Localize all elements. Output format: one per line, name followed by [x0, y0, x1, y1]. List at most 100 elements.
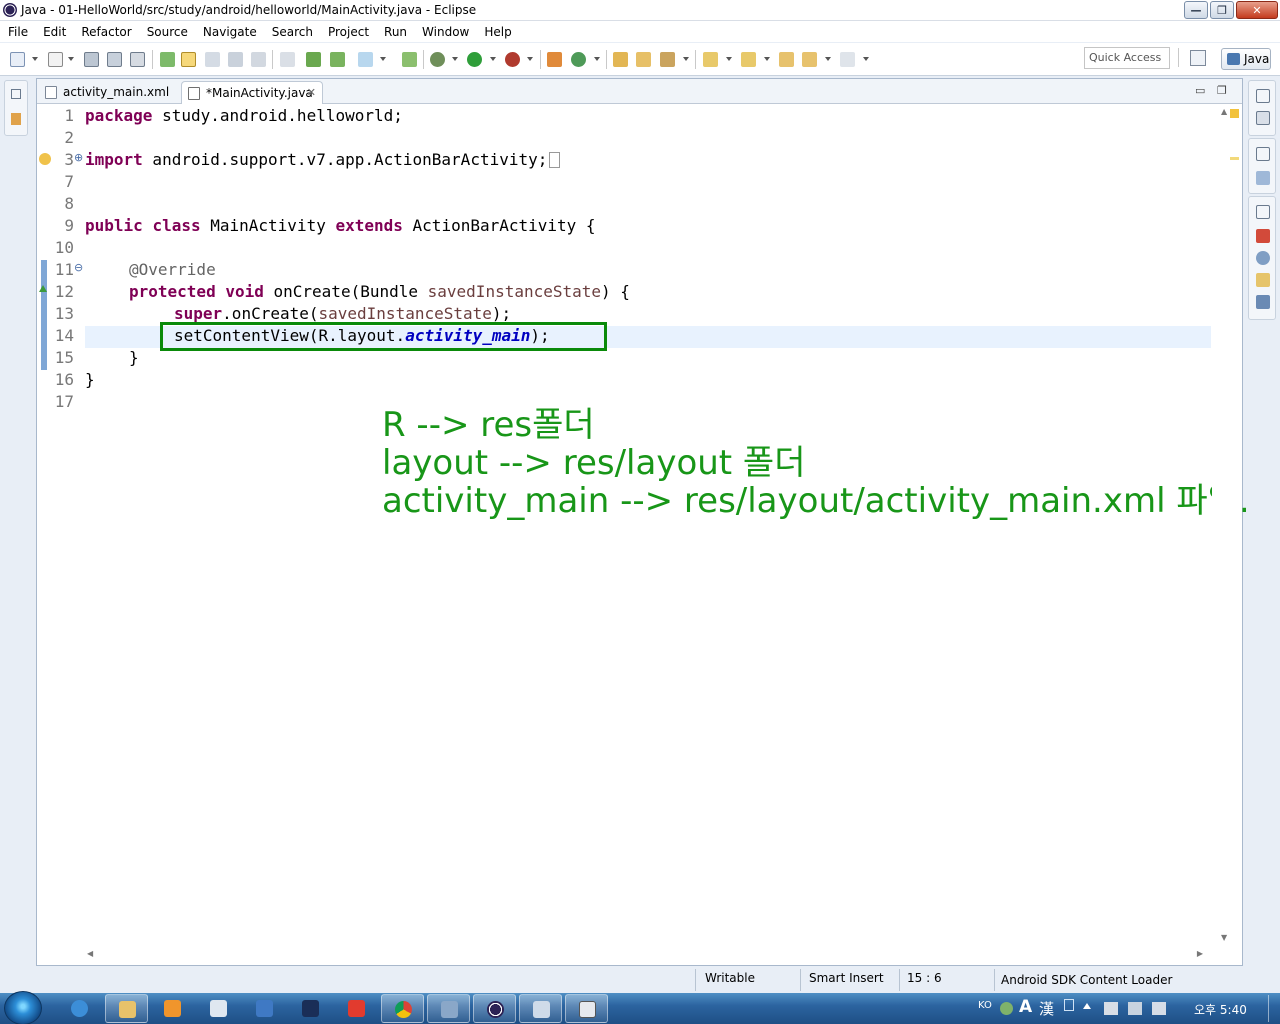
java-perspective-button[interactable]: Java [1221, 48, 1271, 70]
menu-file[interactable]: File [0, 25, 35, 39]
taskbar-chrome[interactable] [381, 994, 424, 1023]
external-tools-icon[interactable] [505, 52, 520, 67]
maximize-editor-icon[interactable]: ❐ [1217, 84, 1227, 97]
back-icon[interactable] [802, 52, 817, 67]
task-list-icon[interactable] [1256, 111, 1270, 125]
maximize-button[interactable]: ❐ [1210, 1, 1234, 19]
skip-breakpoints-icon[interactable] [280, 52, 295, 67]
back-dropdown-icon[interactable] [825, 57, 831, 61]
menu-search[interactable]: Search [264, 25, 320, 39]
ime-language-indicator[interactable]: KO [978, 1000, 992, 1024]
menu-help[interactable]: Help [476, 25, 518, 39]
horizontal-scrollbar[interactable]: ◀ ▶ [85, 947, 1211, 964]
open-type-icon[interactable] [613, 52, 628, 67]
tab-activity-main-xml[interactable]: activity_main.xml [39, 81, 179, 104]
taskbar-ie[interactable] [58, 994, 101, 1023]
save-icon[interactable] [84, 52, 99, 67]
close-tab-icon[interactable]: ✕ [307, 86, 316, 99]
external-tools-dropdown-icon[interactable] [527, 57, 533, 61]
forward-dropdown-icon[interactable] [863, 57, 869, 61]
ime-options-icon[interactable] [1064, 999, 1074, 1011]
menu-project[interactable]: Project [320, 25, 376, 39]
taskbar-eclipse[interactable] [473, 994, 516, 1023]
show-desktop-button[interactable] [1268, 995, 1278, 1022]
restore-view-icon[interactable] [1256, 147, 1270, 161]
show-whitespace-icon[interactable] [228, 52, 243, 67]
previous-annotation-icon[interactable] [741, 52, 756, 67]
new-type-icon[interactable] [48, 52, 63, 67]
scroll-up-icon[interactable]: ▲ [1221, 107, 1227, 116]
taskbar-document[interactable] [519, 994, 562, 1023]
new-type-dropdown-icon[interactable] [68, 57, 74, 61]
outline-icon[interactable] [1256, 171, 1270, 185]
debug-dropdown-icon[interactable] [452, 57, 458, 61]
last-edit-icon[interactable] [779, 52, 794, 67]
tab-mainactivity-java[interactable]: *MainActivity.java ✕ [181, 81, 323, 104]
new-class-icon[interactable] [571, 52, 586, 67]
android-sdk-icon[interactable] [306, 52, 321, 67]
warning-overview-icon[interactable] [1230, 109, 1239, 118]
folded-block-marker[interactable] [549, 152, 561, 168]
block-select-icon[interactable] [205, 52, 220, 67]
restore-view-icon[interactable] [1256, 205, 1270, 219]
restore-view-icon[interactable] [1256, 89, 1270, 103]
new-java-project-icon[interactable] [547, 52, 562, 67]
debug-icon[interactable] [430, 52, 445, 67]
menu-window[interactable]: Window [414, 25, 476, 39]
network-icon[interactable] [1128, 1002, 1142, 1015]
quick-access-input[interactable]: Quick Access [1084, 47, 1170, 69]
ime-hanja-toggle[interactable]: 漢 [1039, 998, 1054, 1024]
next-annotation-dropdown-icon[interactable] [726, 57, 732, 61]
taskbar-photoshop[interactable] [289, 994, 332, 1023]
task-icon[interactable] [358, 52, 373, 67]
menu-edit[interactable]: Edit [35, 25, 73, 39]
code-text-area[interactable]: package study.android.helloworld; import… [85, 105, 1250, 925]
android-avd-icon[interactable] [330, 52, 345, 67]
collapse-fold-icon[interactable]: ⊖ [74, 261, 83, 274]
new-icon[interactable] [10, 52, 25, 67]
problems-icon[interactable] [1256, 229, 1270, 243]
start-button[interactable] [4, 991, 42, 1024]
taskbar-calculator[interactable] [565, 994, 608, 1023]
menu-navigate[interactable]: Navigate [195, 25, 264, 39]
save-all-icon[interactable] [107, 52, 122, 67]
console-icon[interactable] [1256, 295, 1270, 309]
minimize-editor-icon[interactable]: ▭ [1195, 84, 1205, 97]
taskbar-media-player[interactable] [151, 994, 194, 1023]
run-icon[interactable] [467, 52, 482, 67]
ime-mode-icon[interactable] [1000, 1002, 1013, 1015]
new-dropdown-icon[interactable] [32, 57, 38, 61]
menu-refactor[interactable]: Refactor [73, 25, 138, 39]
next-annotation-icon[interactable] [703, 52, 718, 67]
close-button[interactable]: ✕ [1236, 1, 1278, 19]
open-task-icon[interactable] [636, 52, 651, 67]
search-dropdown-icon[interactable] [683, 57, 689, 61]
print-icon[interactable] [130, 52, 145, 67]
package-explorer-icon[interactable] [11, 113, 21, 125]
javadoc-icon[interactable] [1256, 251, 1270, 265]
taskbar-capture-tool[interactable] [335, 994, 378, 1023]
highlight-icon[interactable] [181, 52, 196, 67]
expand-fold-icon[interactable]: ⊕ [74, 151, 83, 164]
previous-annotation-dropdown-icon[interactable] [764, 57, 770, 61]
search-icon[interactable] [660, 52, 675, 67]
run-dropdown-icon[interactable] [490, 57, 496, 61]
action-center-icon[interactable] [1104, 1002, 1118, 1015]
taskbar-explorer[interactable] [105, 994, 148, 1023]
system-clock[interactable]: 오후 5:40 [1194, 1001, 1247, 1024]
taskbar-app[interactable] [243, 994, 286, 1023]
warning-marker[interactable] [1230, 157, 1239, 160]
task-dropdown-icon[interactable] [380, 57, 386, 61]
menu-run[interactable]: Run [376, 25, 414, 39]
scroll-down-icon[interactable]: ▼ [1221, 933, 1227, 942]
volume-icon[interactable] [1152, 1002, 1166, 1015]
minimize-button[interactable]: — [1184, 1, 1208, 19]
declaration-icon[interactable] [1256, 273, 1270, 287]
open-perspective-icon[interactable] [1190, 50, 1206, 66]
ime-alpha-toggle[interactable]: A [1019, 997, 1032, 1024]
restore-view-icon[interactable] [11, 89, 21, 99]
status-progress-text[interactable]: Android SDK Content Loader [1001, 973, 1172, 987]
scroll-right-icon[interactable]: ▶ [1197, 949, 1203, 958]
taskbar-remote[interactable] [427, 994, 470, 1023]
new-class-dropdown-icon[interactable] [594, 57, 600, 61]
